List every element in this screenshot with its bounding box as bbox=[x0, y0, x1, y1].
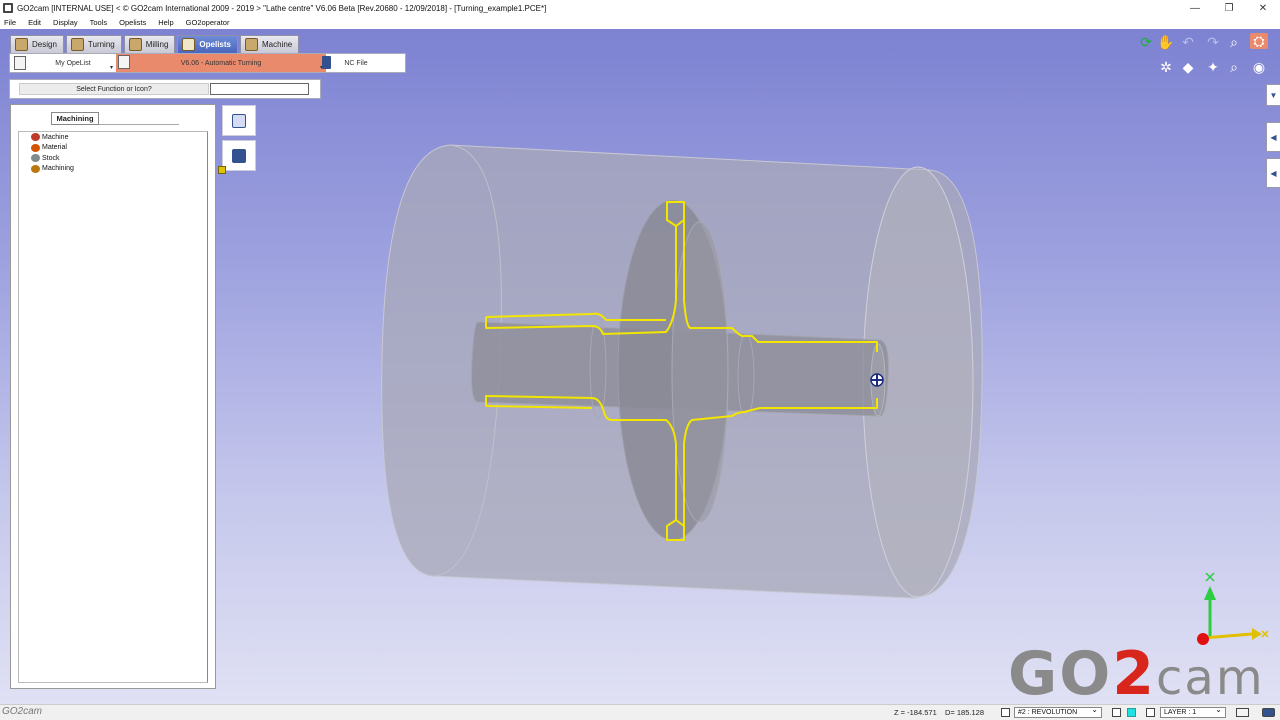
refresh-icon[interactable]: ⟳ bbox=[1137, 34, 1155, 50]
function-search-input[interactable] bbox=[210, 83, 309, 95]
simulate-button[interactable] bbox=[222, 105, 256, 136]
turning-icon bbox=[70, 38, 84, 51]
visibility-icon[interactable]: ◉ bbox=[1250, 59, 1268, 75]
axis-label-mark-x bbox=[1261, 630, 1269, 638]
close-button[interactable]: ✕ bbox=[1246, 0, 1280, 16]
title-bar: GO2cam [INTERNAL USE] < © GO2cam Interna… bbox=[0, 0, 1280, 16]
machining-icon bbox=[31, 164, 40, 173]
function-search-row: Select Function or Icon? bbox=[9, 79, 321, 99]
tab-machine[interactable]: Machine bbox=[239, 35, 300, 53]
tab-turning[interactable]: Turning bbox=[65, 35, 122, 53]
nc-file-button[interactable]: NC File bbox=[322, 54, 386, 72]
part-disk-rim bbox=[671, 221, 729, 523]
tree-item-machining[interactable]: Machining bbox=[19, 164, 207, 175]
app-icon bbox=[3, 3, 13, 13]
tab-milling[interactable]: Milling bbox=[123, 35, 176, 53]
color-swatch[interactable] bbox=[1127, 708, 1136, 717]
z-coordinate: Z = -184.571 bbox=[894, 708, 937, 717]
nc-output-icon bbox=[232, 148, 246, 163]
design-icon bbox=[15, 38, 28, 51]
menu-file[interactable]: File bbox=[4, 18, 16, 27]
y-axis-arrow bbox=[1204, 586, 1216, 600]
menu-opelists[interactable]: Opelists bbox=[119, 18, 146, 27]
help-icon[interactable] bbox=[1262, 708, 1275, 717]
milling-icon bbox=[128, 38, 142, 51]
window-controls: — ❐ ✕ bbox=[1178, 0, 1280, 16]
zoom-window-icon[interactable]: ⌕ bbox=[1225, 59, 1243, 75]
minimize-button[interactable]: — bbox=[1178, 0, 1212, 16]
menu-bar: File Edit Display Tools Opelists Help GO… bbox=[0, 16, 1280, 29]
clean-icon[interactable]: ✦ bbox=[1204, 59, 1222, 75]
status-bar: GO2cam Z = -184.571 D= 185.128 #2 : REVO… bbox=[0, 704, 1280, 720]
menu-display[interactable]: Display bbox=[53, 18, 78, 27]
opelist-doc-icon bbox=[118, 55, 130, 69]
status-brand: GO2cam bbox=[2, 706, 43, 717]
machine-icon bbox=[31, 133, 40, 142]
x-axis-arrow bbox=[1252, 628, 1262, 640]
nc-output-button[interactable] bbox=[222, 140, 256, 171]
layer-dropdown[interactable]: LAYER : 1 bbox=[1160, 705, 1226, 718]
view-settings-icon[interactable]: ⛭ bbox=[1250, 33, 1268, 49]
my-opelist-dropdown[interactable]: My OpeList ▾ bbox=[30, 54, 116, 72]
select-function-label: Select Function or Icon? bbox=[19, 83, 209, 95]
side-panel-docs-icon[interactable]: ◀ bbox=[1266, 158, 1280, 188]
menu-edit[interactable]: Edit bbox=[28, 18, 41, 27]
main-tabs: Design Turning Milling Opelists Machine bbox=[10, 35, 301, 53]
tab-design[interactable]: Design bbox=[10, 35, 64, 53]
status-checkbox-1[interactable] bbox=[1001, 708, 1010, 717]
material-icon bbox=[31, 143, 40, 152]
tree-item-material[interactable]: Material bbox=[19, 143, 207, 154]
chevron-down-icon: ▾ bbox=[109, 65, 113, 71]
eraser-icon[interactable]: ◆ bbox=[1179, 59, 1197, 75]
stock-icon bbox=[31, 154, 40, 163]
menu-tools[interactable]: Tools bbox=[90, 18, 108, 27]
revolution-dropdown[interactable]: #2 : REVOLUTION bbox=[1014, 705, 1102, 718]
window-title: GO2cam [INTERNAL USE] < © GO2cam Interna… bbox=[17, 3, 547, 13]
automatic-turning-dropdown[interactable]: V6.06 - Automatic Turning▾ bbox=[116, 54, 326, 72]
menu-help[interactable]: Help bbox=[158, 18, 173, 27]
opelist-icon bbox=[14, 56, 26, 70]
maximize-button[interactable]: ❐ bbox=[1212, 0, 1246, 16]
undo-icon[interactable]: ↶ bbox=[1179, 34, 1197, 50]
export-icon[interactable] bbox=[1236, 708, 1249, 717]
machine-icon bbox=[244, 38, 258, 51]
tab-opelists[interactable]: Opelists bbox=[177, 35, 238, 53]
simulate-icon bbox=[232, 113, 246, 128]
nc-file-icon bbox=[322, 56, 331, 69]
go2cam-logo: GO2cam bbox=[1008, 639, 1265, 704]
tab-underline bbox=[99, 124, 179, 125]
tree-item-stock[interactable]: Stock bbox=[19, 153, 207, 164]
side-panel-tools-icon[interactable]: ◀ bbox=[1266, 122, 1280, 152]
tree-item-machine[interactable]: Machine bbox=[19, 132, 207, 143]
opelist-bar: My OpeList▾ V6.06 - Automatic Turning▾ N… bbox=[9, 53, 406, 73]
menu-go2operator[interactable]: GO2operator bbox=[186, 18, 230, 27]
machining-tree: Machine Material Stock Machining bbox=[18, 131, 208, 683]
d-coordinate: D= 185.128 bbox=[945, 708, 984, 717]
opelists-icon bbox=[182, 38, 196, 51]
zoom-icon[interactable]: ⌕ bbox=[1225, 34, 1243, 50]
tab-machining[interactable]: Machining bbox=[51, 112, 99, 125]
hand-pan-icon[interactable]: ✋ bbox=[1157, 34, 1175, 50]
resize-handle-icon[interactable] bbox=[218, 166, 226, 174]
redo-icon[interactable]: ↷ bbox=[1204, 34, 1222, 50]
status-checkbox-3[interactable] bbox=[1146, 708, 1155, 717]
filter-icon[interactable]: ▼ bbox=[1266, 84, 1280, 106]
machining-panel: Machining Machine Material Stock Machini… bbox=[10, 104, 216, 689]
status-checkbox-2[interactable] bbox=[1112, 708, 1121, 717]
axis-triad bbox=[1197, 572, 1269, 645]
cut-view-icon[interactable]: ✲ bbox=[1157, 59, 1175, 75]
axis-label-mark bbox=[1205, 572, 1215, 582]
